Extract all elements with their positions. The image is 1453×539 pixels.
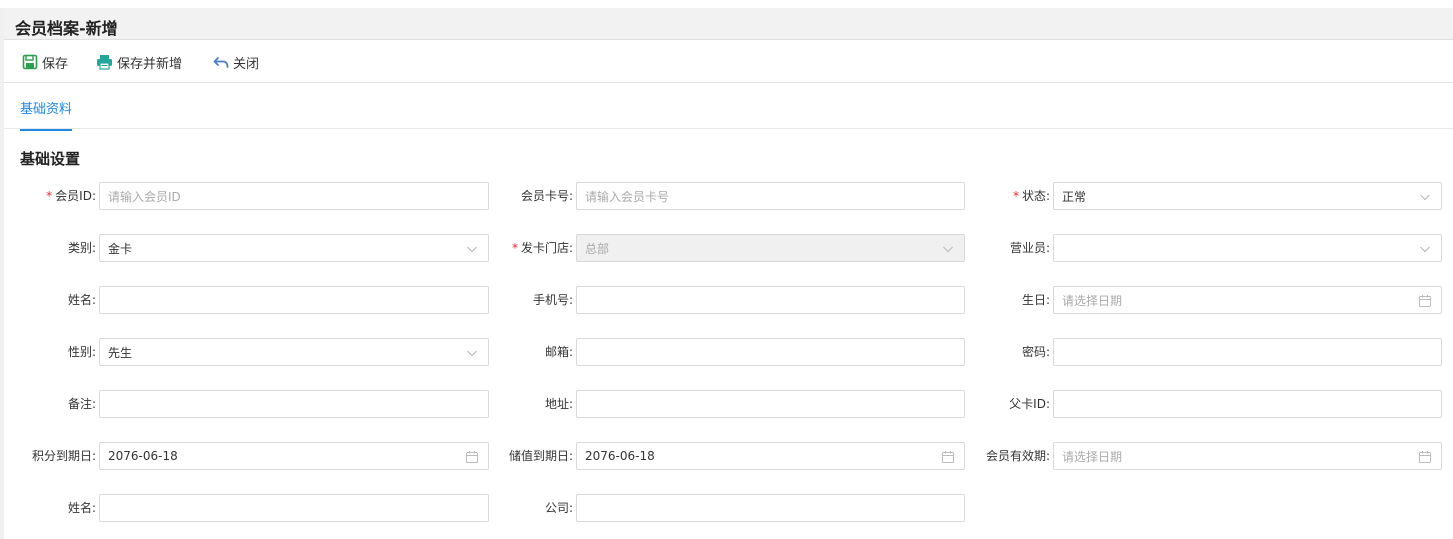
birthday-label: 生日: (1021, 293, 1050, 307)
form-row-5: 备注: 地址: 父卡ID: (0, 390, 1453, 418)
status-select[interactable]: 正常 (1053, 182, 1442, 210)
parent-card-input[interactable] (1053, 390, 1442, 418)
chevron-down-icon (1420, 246, 1430, 253)
page-title: 会员档案-新增 (15, 19, 118, 38)
save-and-new-button[interactable]: 保存并新增 (96, 52, 182, 72)
form-row-2: 类别: 金卡 * 发卡门店: 总部 营业员: (0, 234, 1453, 262)
undo-arrow-icon (213, 57, 229, 68)
member-validity-label: 会员有效期: (985, 449, 1050, 463)
status-value: 正常 (1062, 189, 1087, 204)
birthday-date-picker[interactable]: 请选择日期 (1053, 286, 1442, 314)
save-label: 保存 (42, 56, 69, 72)
chevron-down-icon (1420, 194, 1430, 201)
form-row-3: 姓名: 手机号: 生日: 请选择日期 (0, 286, 1453, 314)
calendar-icon (1419, 451, 1431, 463)
form-row-6: 积分到期日: 2076-06-18 储值到期日: 2076-06-18 会员有效… (0, 442, 1453, 470)
parent-card-label: 父卡ID: (1009, 397, 1050, 411)
company-label: 公司: (544, 501, 573, 515)
top-strip (0, 0, 1453, 8)
printer-icon (97, 55, 112, 70)
form-row-7: 姓名: 公司: (0, 494, 1453, 522)
toolbar: 保存 保存并新增 关闭 (4, 40, 1453, 83)
password-input[interactable] (1053, 338, 1442, 366)
close-button[interactable]: 关闭 (213, 52, 259, 72)
close-label: 关闭 (233, 56, 260, 72)
section-title: 基础设置 (20, 150, 81, 168)
member-validity-placeholder: 请选择日期 (1062, 449, 1123, 464)
form-row-4: 性别: 先生 邮箱: 密码: (0, 338, 1453, 366)
salesperson-select[interactable] (1053, 234, 1442, 262)
tab-basic-info[interactable]: 基础资料 (20, 98, 73, 131)
salesperson-label: 营业员: (1009, 241, 1050, 255)
calendar-icon (1419, 295, 1431, 307)
form-row-1: * 会员ID: 请输入会员ID 会员卡号: 请输入会员卡号 * 状态: 正常 (0, 182, 1453, 210)
required-mark: * (1012, 189, 1019, 203)
title-bar: 会员档案-新增 (4, 8, 1453, 40)
birthday-placeholder: 请选择日期 (1062, 293, 1123, 308)
status-label: * 状态: (1012, 189, 1050, 203)
save-and-new-label: 保存并新增 (117, 56, 183, 72)
save-button[interactable]: 保存 (22, 52, 68, 72)
tab-bar: 基础资料 (4, 84, 1453, 131)
password-label: 密码: (1021, 345, 1050, 359)
save-icon (22, 54, 38, 70)
company-input[interactable] (576, 494, 965, 522)
member-validity-date-picker[interactable]: 请选择日期 (1053, 442, 1442, 470)
